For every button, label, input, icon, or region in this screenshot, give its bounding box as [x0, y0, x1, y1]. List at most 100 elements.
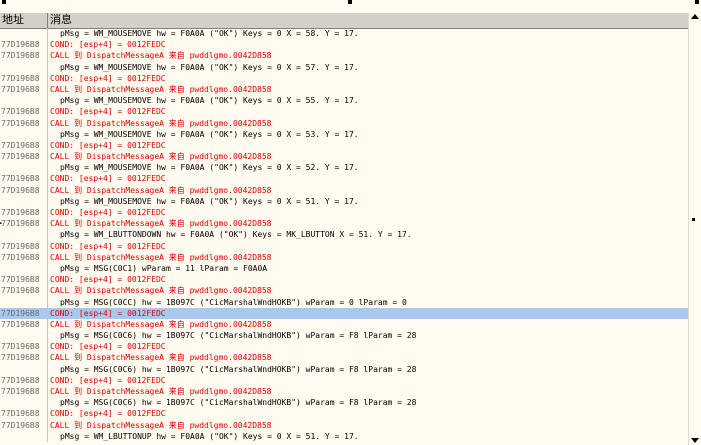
- log-row[interactable]: 77D196B8 COND: [esp+4] = 0012FEDC: [0, 173, 689, 185]
- row-message: COND: [esp+4] = 0012FEDC: [50, 342, 166, 352]
- row-address: 77D196B8: [1, 375, 40, 385]
- row-message: pMsg = WM_LBUTTONDOWN hw = F0A0A ("OK") …: [60, 230, 412, 240]
- row-message: COND: [esp+4] = 0012FEDC: [50, 375, 166, 385]
- column-divider: [47, 274, 48, 286]
- top-border: [0, 0, 701, 12]
- log-row[interactable]: 77D196B8 CALL 到 DispatchMessageA 来自 pwddl…: [0, 318, 689, 331]
- row-address: 77D196B8: [1, 308, 40, 318]
- log-row[interactable]: 77D196B8 CALL 到 DispatchMessageA 来自 pwddl…: [0, 50, 689, 62]
- log-row[interactable]: pMsg = WM_MOUSEMOVE hw = F0A0A ("OK") Ke…: [0, 195, 689, 207]
- column-divider: [47, 386, 48, 398]
- column-divider: [47, 117, 48, 129]
- column-header-message[interactable]: 消息: [48, 13, 689, 28]
- log-row[interactable]: pMsg = MSG(C0C6) hw = 1B097C ("CicMarsha…: [0, 397, 689, 409]
- row-message: pMsg = WM_MOUSEMOVE hw = F0A0A ("OK") Ke…: [60, 96, 359, 106]
- log-row[interactable]: ▶ 77D196B8 CALL 到 DispatchMessageA 来自 pwdd…: [0, 218, 689, 230]
- row-message: CALL 到 DispatchMessageA 来自 pwddlgmo.0042…: [50, 84, 272, 94]
- row-message: pMsg = WM_MOUSEMOVE hw = F0A0A ("OK") Ke…: [60, 29, 359, 38]
- log-row[interactable]: 77D196B8 CALL 到 DispatchMessageA 来自 pwddl…: [0, 83, 689, 96]
- column-divider: [47, 106, 48, 118]
- log-row[interactable]: 77D196B8 COND: [esp+4] = 0012FEDC: [0, 374, 689, 386]
- resize-handle-icon[interactable]: [348, 0, 352, 4]
- row-message: pMsg = WM_MOUSEMOVE hw = F0A0A ("OK") Ke…: [60, 62, 359, 72]
- row-message: pMsg = MSG(C0C6) hw = 1B097C ("CicMarsha…: [60, 364, 417, 374]
- column-divider: [47, 28, 48, 40]
- row-message: CALL 到 DispatchMessageA 来自 pwddlgmo.0042…: [50, 286, 272, 296]
- log-row[interactable]: pMsg = WM_LBUTTONDOWN hw = F0A0A ("OK") …: [0, 229, 689, 241]
- row-address: 77D196B8: [1, 252, 40, 262]
- row-address: 77D196B8: [1, 118, 40, 128]
- log-row[interactable]: 77D196B8 CALL 到 DispatchMessageA 来自 pwddl…: [0, 151, 689, 163]
- log-row[interactable]: 77D196B8 CALL 到 DispatchMessageA 来自 pwddl…: [0, 352, 689, 364]
- vertical-scrollbar[interactable]: [688, 12, 701, 445]
- log-row[interactable]: pMsg = MSG(C0CC) hw = 1B097C ("CicMarsha…: [0, 296, 689, 308]
- column-divider: [47, 39, 48, 51]
- column-divider: [47, 419, 48, 431]
- log-row[interactable]: pMsg = WM_MOUSEMOVE hw = F0A0A ("OK") Ke…: [0, 61, 689, 73]
- log-row[interactable]: 77D196B8 CALL 到 DispatchMessageA 来自 pwddl…: [0, 386, 689, 398]
- column-header-address[interactable]: 地址: [0, 13, 48, 28]
- row-message: pMsg = MSG(C0C6) hw = 1B097C ("CicMarsha…: [60, 331, 417, 341]
- row-address: 77D196B8: [1, 353, 40, 363]
- column-divider: [47, 397, 48, 409]
- scroll-up-icon[interactable]: [691, 14, 699, 19]
- log-row[interactable]: 77D196B8 COND: [esp+4] = 0012FEDC: [0, 207, 689, 219]
- row-address: 77D196B8: [1, 208, 40, 217]
- column-divider: [47, 50, 48, 62]
- log-row[interactable]: 77D196B8 CALL 到 DispatchMessageA 来自 pwddl…: [0, 117, 689, 129]
- column-divider: [47, 240, 48, 252]
- row-message: CALL 到 DispatchMessageA 来自 pwddlgmo.0042…: [50, 152, 272, 162]
- log-row[interactable]: 77D196B8 COND: [esp+4] = 0012FEDC: [0, 240, 689, 252]
- log-list[interactable]: pMsg = WM_MOUSEMOVE hw = F0A0A ("OK") Ke…: [0, 28, 689, 445]
- log-row[interactable]: pMsg = WM_MOUSEMOVE hw = F0A0A ("OK") Ke…: [0, 162, 689, 174]
- row-message: COND: [esp+4] = 0012FEDC: [50, 308, 166, 318]
- row-message: CALL 到 DispatchMessageA 来自 pwddlgmo.0042…: [50, 420, 272, 430]
- column-divider: [47, 285, 48, 297]
- log-row[interactable]: pMsg = WM_LBUTTONUP hw = F0A0A ("OK") Ke…: [0, 430, 689, 442]
- log-row[interactable]: pMsg = MSG(C0C6) hw = 1B097C ("CicMarsha…: [0, 330, 689, 342]
- resize-handle-icon[interactable]: [695, 0, 699, 4]
- column-divider: [47, 430, 48, 442]
- row-address: 77D196B8: [1, 387, 40, 396]
- column-divider: [47, 218, 48, 230]
- column-divider: [47, 318, 48, 331]
- row-message: COND: [esp+4] = 0012FEDC: [50, 107, 166, 117]
- row-message: COND: [esp+4] = 0012FEDC: [50, 208, 166, 217]
- row-message: pMsg = WM_MOUSEMOVE hw = F0A0A ("OK") Ke…: [60, 129, 359, 139]
- column-divider: [47, 207, 48, 219]
- row-message: COND: [esp+4] = 0012FEDC: [50, 73, 166, 83]
- log-row[interactable]: pMsg = WM_MOUSEMOVE hw = F0A0A ("OK") Ke…: [0, 128, 689, 140]
- column-header: 地址 消息: [0, 12, 689, 29]
- log-row[interactable]: 77D196B8 CALL 到 DispatchMessageA 来自 pwddl…: [0, 285, 689, 297]
- row-address: 77D196B8: [1, 84, 40, 94]
- log-row[interactable]: 77D196B8 CALL 到 DispatchMessageA 来自 pwddl…: [0, 184, 689, 196]
- row-address: 77D196B8: [1, 342, 40, 352]
- log-row[interactable]: 77D196B8 COND: [esp+4] = 0012FEDC: [0, 106, 689, 118]
- log-row[interactable]: pMsg = WM_MOUSEMOVE hw = F0A0A ("OK") Ke…: [0, 28, 689, 40]
- row-message: CALL 到 DispatchMessageA 来自 pwddlgmo.0042…: [50, 319, 272, 329]
- row-address: 77D196B8: [1, 51, 40, 61]
- row-message: CALL 到 DispatchMessageA 来自 pwddlgmo.0042…: [50, 252, 272, 262]
- log-row[interactable]: pMsg = MSG(C0C1) wParam = 11 lParam = F0…: [0, 262, 689, 275]
- scroll-thumb[interactable]: [692, 218, 695, 221]
- row-address: 77D196B8: [1, 420, 40, 430]
- log-row[interactable]: 77D196B8 COND: [esp+4] = 0012FEDC: [0, 274, 689, 286]
- column-divider: [47, 83, 48, 96]
- log-row[interactable]: pMsg = MSG(C0C6) hw = 1B097C ("CicMarsha…: [0, 363, 689, 375]
- log-row[interactable]: 77D196B8 CALL 到 DispatchMessageA 来自 pwddl…: [0, 419, 689, 431]
- log-row[interactable]: 77D196B8 COND: [esp+4] = 0012FEDC: [0, 341, 689, 353]
- resize-handle-icon[interactable]: [2, 0, 6, 4]
- log-row[interactable]: pMsg = WM_MOUSEMOVE hw = F0A0A ("OK") Ke…: [0, 95, 689, 107]
- log-row[interactable]: 77D196B8 COND: [esp+4] = 0012FEDC: [0, 39, 689, 51]
- log-row[interactable]: 77D196B8 CALL 到 DispatchMessageA 来自 pwddl…: [0, 251, 689, 263]
- row-message: CALL 到 DispatchMessageA 来自 pwddlgmo.0042…: [50, 219, 272, 229]
- column-divider: [47, 374, 48, 386]
- scroll-down-icon[interactable]: [691, 438, 699, 443]
- row-message: COND: [esp+4] = 0012FEDC: [50, 409, 166, 419]
- log-row[interactable]: 77D196B8 COND: [esp+4] = 0012FEDC: [0, 139, 689, 152]
- log-row[interactable]: 77D196B8 COND: [esp+4] = 0012FEDC: [0, 307, 689, 319]
- log-row[interactable]: 77D196B8 COND: [esp+4] = 0012FEDC: [0, 72, 689, 84]
- column-divider: [47, 151, 48, 163]
- log-row[interactable]: 77D196B8 COND: [esp+4] = 0012FEDC: [0, 408, 689, 420]
- column-divider: [47, 363, 48, 375]
